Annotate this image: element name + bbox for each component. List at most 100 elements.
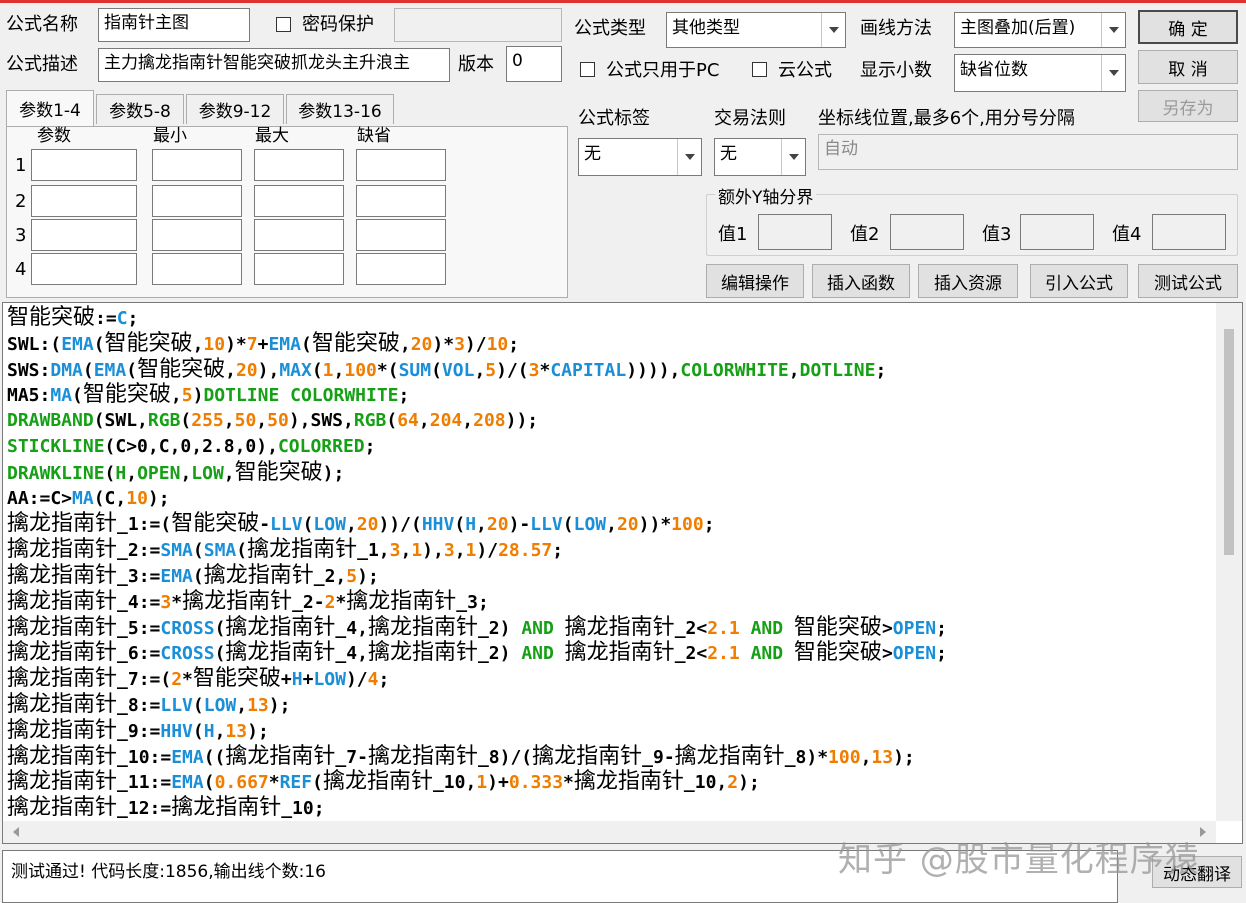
y-value-2-input[interactable] — [890, 214, 964, 250]
param-4-default[interactable] — [356, 253, 446, 285]
code-token: H — [115, 462, 127, 484]
code-token: * — [335, 591, 347, 613]
chevron-down-icon[interactable] — [677, 139, 701, 175]
code-line: SWS:DMA(EMA(智能突破,20),MAX(1,100*(SUM(VOL,… — [7, 357, 1214, 383]
param-1-max[interactable] — [254, 149, 344, 181]
code-token: 智能突破 — [82, 382, 171, 408]
cancel-button[interactable]: 取 消 — [1138, 50, 1238, 84]
chevron-down-icon[interactable] — [1101, 55, 1125, 91]
code-token: 擒龙指南针 — [367, 614, 478, 640]
param-3-name[interactable] — [31, 219, 137, 251]
y-value-3-input[interactable] — [1020, 214, 1094, 250]
axis-position-input[interactable]: 自动 — [818, 134, 1238, 170]
code-token: 智能突破 — [104, 330, 193, 356]
code-token: H — [203, 720, 215, 742]
param-1-default[interactable] — [356, 149, 446, 181]
y-value-4-input[interactable] — [1152, 214, 1226, 250]
draw-method-select[interactable]: 主图叠加(后置) — [954, 12, 1126, 48]
code-token: 擒龙指南针 — [346, 588, 457, 614]
tab-params-13-16[interactable]: 参数13-16 — [286, 94, 394, 124]
code-token: RGB — [353, 410, 387, 432]
param-2-name[interactable] — [31, 185, 137, 217]
code-line: DRAWBAND(SWL,RGB(255,50,50),SWS,RGB(64,2… — [7, 408, 1214, 434]
param-3-max[interactable] — [254, 219, 344, 251]
code-token: EMA — [268, 333, 301, 355]
param-3-min[interactable] — [152, 219, 242, 251]
param-4-max[interactable] — [254, 253, 344, 285]
code-token: AND — [750, 643, 784, 665]
tab-params-1-4[interactable]: 参数1-4 — [6, 90, 94, 126]
code-token: _10:= — [117, 746, 172, 768]
code-token: ; — [875, 359, 887, 381]
code-token: > — [881, 643, 893, 665]
code-token: AND — [521, 617, 554, 639]
code-token: MA — [50, 385, 73, 407]
param-row-number: 2 — [15, 191, 27, 212]
param-3-default[interactable] — [356, 219, 446, 251]
code-token: LOW — [313, 669, 346, 691]
y-value-1-input[interactable] — [758, 214, 832, 250]
code-editor[interactable]: 智能突破:=C; SWL:(EMA(智能突破,10)*7+EMA(智能突破,20)… — [2, 302, 1243, 844]
tab-params-9-12[interactable]: 参数9-12 — [186, 94, 284, 124]
param-1-min[interactable] — [152, 149, 242, 181]
formula-desc-input[interactable]: 主力擒龙指南针智能突破抓龙头主升浪主 — [98, 48, 450, 82]
test-formula-button[interactable]: 测试公式 — [1138, 264, 1238, 298]
chevron-down-icon[interactable] — [781, 139, 805, 175]
trade-rule-select[interactable]: 无 — [714, 138, 806, 176]
ok-button[interactable]: 确 定 — [1138, 10, 1238, 44]
cloud-formula-checkbox[interactable] — [752, 62, 767, 77]
param-2-default[interactable] — [356, 185, 446, 217]
extra-y-axis-title: 额外Y轴分界 — [715, 183, 817, 208]
code-token: , — [474, 359, 486, 381]
code-token: )+ — [487, 772, 509, 794]
code-token: * — [539, 359, 551, 381]
insert-function-button[interactable]: 插入函数 — [812, 264, 910, 298]
decimal-select[interactable]: 缺省位数 — [954, 54, 1126, 92]
import-formula-button[interactable]: 引入公式 — [1030, 264, 1128, 298]
code-token: ); — [147, 487, 170, 509]
code-token: , — [860, 746, 872, 768]
param-4-min[interactable] — [152, 253, 242, 285]
code-token: ; — [398, 385, 410, 407]
param-1-name[interactable] — [31, 149, 137, 181]
code-token: 擒龙指南针 — [7, 769, 118, 795]
pc-only-checkbox[interactable] — [580, 62, 595, 77]
chevron-down-icon[interactable] — [1101, 13, 1125, 47]
code-token: 智能突破 — [192, 666, 281, 692]
code-token: )- — [508, 514, 531, 536]
code-token: 255 — [191, 410, 224, 432]
insert-resource-button[interactable]: 插入资源 — [918, 264, 1018, 298]
param-2-max[interactable] — [254, 185, 344, 217]
param-2-min[interactable] — [152, 185, 242, 217]
code-token: := — [95, 308, 117, 329]
code-token: 擒龙指南针 — [7, 511, 118, 537]
code-token: 0.667 — [214, 772, 269, 794]
password-protect-checkbox[interactable] — [276, 17, 291, 32]
vertical-scrollbar[interactable] — [1216, 303, 1242, 821]
formula-tag-select[interactable]: 无 — [578, 138, 702, 176]
chevron-down-icon[interactable] — [821, 13, 845, 47]
code-token: _5:= — [117, 617, 161, 639]
formula-name-input[interactable]: 指南针主图 — [98, 8, 250, 42]
code-token: ( — [104, 462, 116, 484]
edit-ops-button[interactable]: 编辑操作 — [706, 264, 804, 298]
param-4-name[interactable] — [31, 253, 137, 285]
code-token: EMA — [160, 565, 193, 587]
tab-params-5-8[interactable]: 参数5-8 — [96, 94, 184, 124]
scroll-left-icon[interactable] — [13, 827, 19, 837]
code-line: 擒龙指南针_4:=3*擒龙指南针_2-2*擒龙指南针_3; — [7, 589, 1214, 615]
code-token: 208 — [473, 410, 506, 432]
formula-type-select[interactable]: 其他类型 — [666, 12, 846, 48]
code-token: 2 — [171, 669, 183, 691]
code-token: 10 — [126, 487, 148, 509]
code-text[interactable]: 智能突破:=C; SWL:(EMA(智能突破,10)*7+EMA(智能突破,20)… — [7, 305, 1214, 821]
code-token: 擒龙指南针 — [225, 640, 336, 666]
version-input[interactable]: 0 — [506, 46, 562, 82]
code-token: DOTLINE — [799, 359, 876, 381]
scrollbar-thumb[interactable] — [1224, 329, 1234, 555]
save-as-button: 另存为 — [1138, 90, 1238, 122]
code-token: 智能突破 — [311, 330, 400, 356]
code-token: , — [462, 410, 474, 432]
scroll-right-icon[interactable] — [1200, 827, 1206, 837]
code-token: ( — [214, 643, 226, 665]
